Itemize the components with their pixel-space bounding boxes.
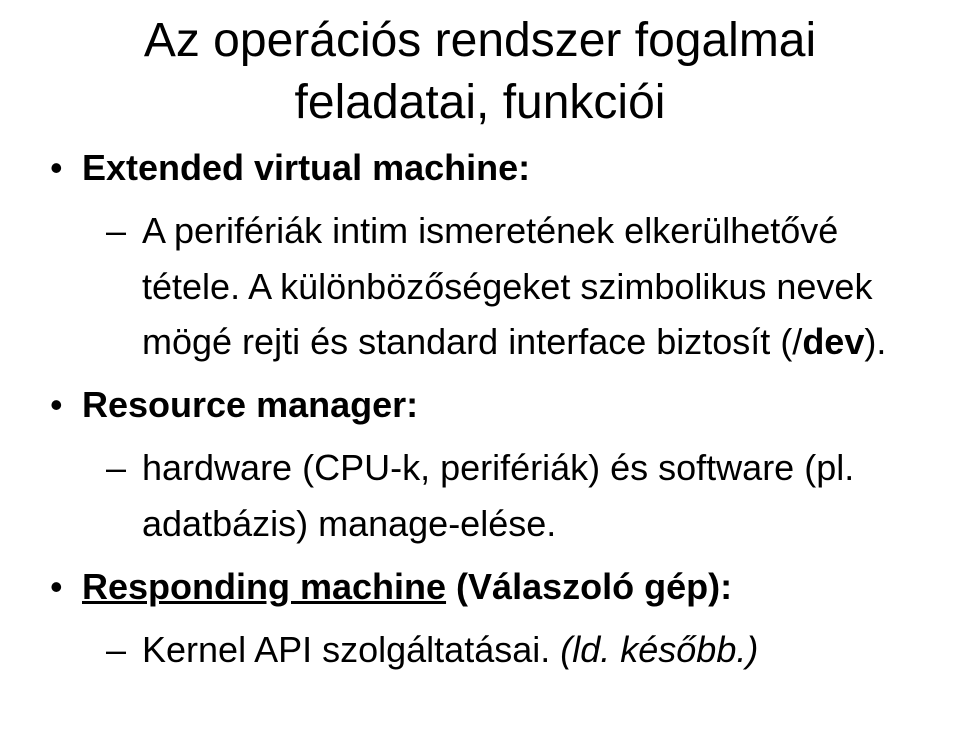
title-line-1: Az operációs rendszer fogalmai bbox=[144, 14, 816, 67]
sub-list: Kernel API szolgáltatásai. (ld. később.) bbox=[82, 622, 930, 678]
bullet-label: Extended virtual machine: bbox=[82, 147, 530, 188]
sub-text-italic: (ld. később.) bbox=[560, 629, 758, 670]
sub-text-prefix: Kernel API szolgáltatásai. bbox=[142, 629, 560, 670]
title-line-2: feladatai, funkciói bbox=[295, 76, 666, 129]
sub-text-suffix: ). bbox=[864, 321, 886, 362]
sub-list: A perifériák intim ismeretének elkerülhe… bbox=[82, 203, 930, 370]
bullet-label-suffix: (Válaszoló gép): bbox=[446, 566, 732, 607]
sub-text-prefix: hardware (CPU-k, perifériák) és software… bbox=[142, 447, 854, 544]
bullet-extended-virtual-machine: Extended virtual machine: A perifériák i… bbox=[50, 141, 930, 370]
sub-text-prefix: A perifériák intim ismeretének elkerülhe… bbox=[142, 210, 872, 363]
sub-text-bold: dev bbox=[802, 321, 864, 362]
sub-list: hardware (CPU-k, perifériák) és software… bbox=[82, 440, 930, 552]
bullet-label: Resource manager: bbox=[82, 384, 418, 425]
sub-item: Kernel API szolgáltatásai. (ld. később.) bbox=[82, 622, 930, 678]
bullet-label-underlined: Responding machine bbox=[82, 566, 446, 607]
bullet-responding-machine: Responding machine (Válaszoló gép): Kern… bbox=[50, 560, 930, 678]
sub-item: hardware (CPU-k, perifériák) és software… bbox=[82, 440, 930, 552]
slide-title: Az operációs rendszer fogalmai feladatai… bbox=[30, 10, 930, 135]
bullet-resource-manager: Resource manager: hardware (CPU-k, perif… bbox=[50, 378, 930, 552]
main-bullet-list: Extended virtual machine: A perifériák i… bbox=[50, 141, 930, 678]
sub-item: A perifériák intim ismeretének elkerülhe… bbox=[82, 203, 930, 370]
